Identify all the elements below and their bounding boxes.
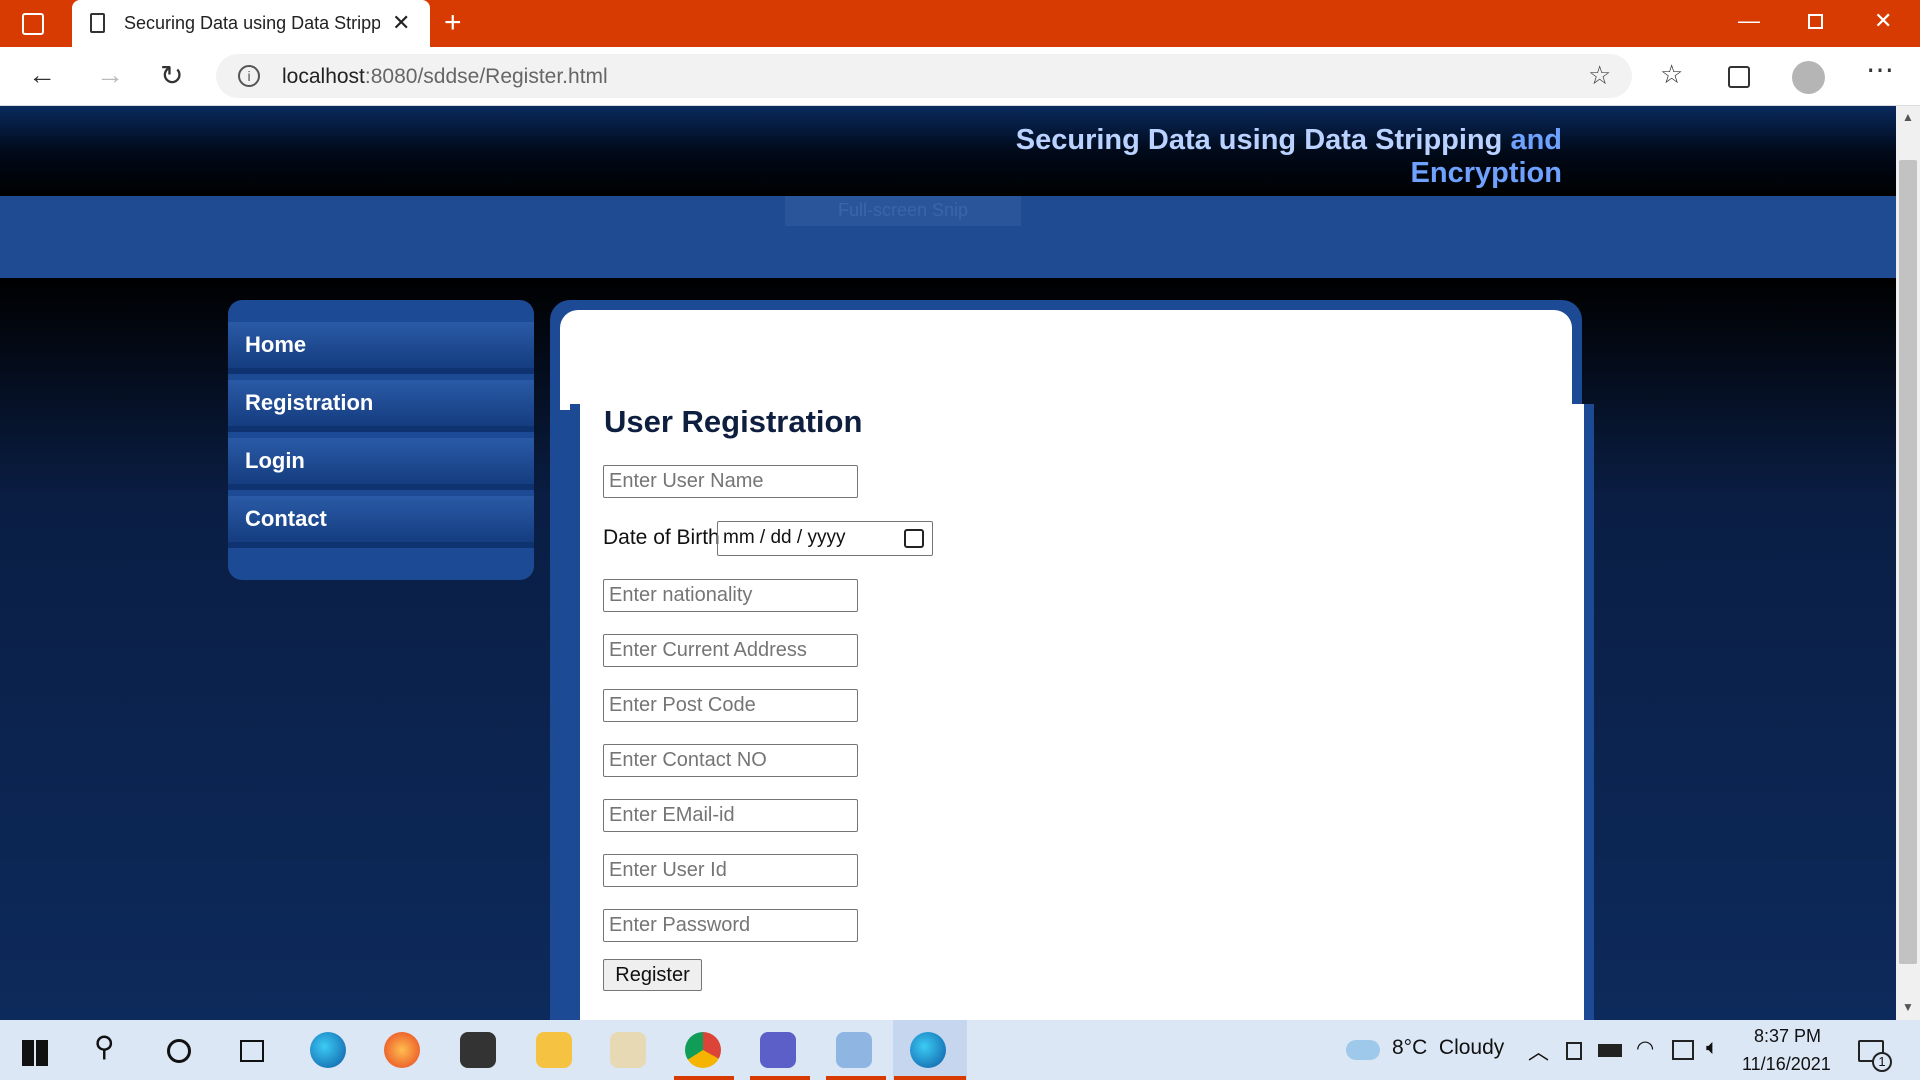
date-text[interactable]: 11/16/2021 <box>1742 1054 1831 1075</box>
site-info-icon[interactable]: i <box>238 65 260 87</box>
scroll-down-icon[interactable]: ▼ <box>1902 1000 1914 1014</box>
site-header: Securing Data using Data Stripping and E… <box>0 106 1896 196</box>
action-center-icon[interactable] <box>1672 1040 1694 1060</box>
edge-active-icon[interactable] <box>910 1032 946 1068</box>
site-title-accent-2: Encryption <box>1410 157 1562 189</box>
teams-running-indicator <box>750 1076 810 1080</box>
sidebar-item-registration[interactable]: Registration <box>228 380 534 432</box>
dob-label: Date of Birth <box>603 526 720 549</box>
site-title-accent: and <box>1510 124 1562 156</box>
sidebar-item-contact[interactable]: Contact <box>228 496 534 548</box>
task-view-icon[interactable] <box>240 1040 264 1062</box>
search-icon[interactable]: ⚲ <box>94 1030 115 1063</box>
sidebar-item-label: Contact <box>245 506 327 531</box>
time-text[interactable]: 8:37 PM <box>1754 1026 1821 1047</box>
notification-badge: 1 <box>1872 1052 1892 1072</box>
virtualbox-running-indicator <box>826 1076 886 1080</box>
collections-icon[interactable] <box>1728 66 1750 88</box>
weather-icon[interactable] <box>1346 1040 1380 1060</box>
meet-now-icon[interactable] <box>1566 1042 1582 1060</box>
email-input[interactable] <box>603 799 858 832</box>
restore-icon[interactable] <box>1808 14 1823 29</box>
contact-input[interactable] <box>603 744 858 777</box>
store-icon[interactable] <box>460 1032 496 1068</box>
windows-start-icon[interactable] <box>22 1040 48 1066</box>
url-path: :8080/sddse/Register.html <box>364 65 608 88</box>
site-title-main: Securing Data using Data Stripping <box>1015 124 1503 156</box>
nationality-input[interactable] <box>603 579 858 612</box>
edge-icon[interactable] <box>310 1032 346 1068</box>
file-explorer-icon[interactable] <box>536 1032 572 1068</box>
browser-toolbar: ← → ↻ i localhost:8080/sddse/Register.ht… <box>0 47 1920 106</box>
close-window-icon[interactable]: ✕ <box>1874 8 1892 34</box>
url-text[interactable]: localhost:8080/sddse/Register.html <box>282 65 608 89</box>
address-input[interactable] <box>603 634 858 667</box>
address-bar[interactable]: i localhost:8080/sddse/Register.html ☆ <box>216 54 1632 98</box>
page-icon <box>90 13 105 33</box>
favorites-icon[interactable]: ☆ <box>1660 59 1683 90</box>
sidebar-nav: Home Registration Login Contact <box>228 300 534 580</box>
profile-avatar[interactable] <box>1792 61 1825 94</box>
cortana-icon[interactable] <box>167 1039 191 1063</box>
tab-actions-icon[interactable] <box>22 13 44 35</box>
sidebar-item-label: Login <box>245 448 305 473</box>
teams-icon[interactable] <box>760 1032 796 1068</box>
wifi-icon[interactable]: ◠ <box>1636 1036 1654 1061</box>
page-viewport: Securing Data using Data Stripping and E… <box>0 106 1896 1020</box>
firefox-icon[interactable] <box>384 1032 420 1068</box>
close-tab-icon[interactable]: ✕ <box>392 10 410 36</box>
virtualbox-icon[interactable] <box>836 1032 872 1068</box>
battery-icon[interactable] <box>1598 1044 1622 1057</box>
dob-value: mm / dd / yyyy <box>723 527 846 548</box>
userid-input[interactable] <box>603 854 858 887</box>
chrome-icon[interactable] <box>685 1032 721 1068</box>
sidebar-item-label: Home <box>245 332 307 357</box>
browser-tab[interactable]: Securing Data using Data Stripping and E… <box>72 0 430 47</box>
back-icon[interactable]: ← <box>28 59 56 91</box>
add-favorite-icon[interactable]: ☆ <box>1588 60 1611 91</box>
sidebar-item-label: Registration <box>245 390 374 415</box>
site-title: Securing Data using Data Stripping and E… <box>1016 124 1562 190</box>
weather-text[interactable]: 8°C Cloudy <box>1392 1036 1504 1060</box>
minimize-icon[interactable]: — <box>1738 8 1760 34</box>
more-options-icon[interactable]: ⋯ <box>1866 53 1894 86</box>
tab-title: Securing Data using Data Stripping and E… <box>124 13 380 33</box>
scrollbar-thumb[interactable] <box>1899 160 1917 964</box>
browser-titlebar: Securing Data using Data Stripping and E… <box>0 0 1920 47</box>
volume-icon[interactable]: 🔈︎ <box>1706 1036 1719 1060</box>
page-title: User Registration <box>604 404 863 439</box>
sidebar-item-login[interactable]: Login <box>228 438 534 490</box>
password-input[interactable] <box>603 909 858 942</box>
forward-icon[interactable]: → <box>96 59 124 91</box>
calendar-icon[interactable] <box>904 529 924 548</box>
new-tab-button[interactable]: + <box>444 6 462 40</box>
paint-icon[interactable] <box>610 1032 646 1068</box>
chrome-running-indicator <box>674 1076 734 1080</box>
refresh-icon[interactable]: ↻ <box>160 59 183 92</box>
registration-panel: User Registration Date of Birth mm / dd … <box>570 404 1594 1020</box>
dob-input[interactable]: mm / dd / yyyy <box>717 521 933 556</box>
sidebar-item-home[interactable]: Home <box>228 322 534 374</box>
register-button[interactable]: Register <box>603 959 702 991</box>
snip-overlay-label: Full-screen Snip <box>785 196 1021 226</box>
url-host: localhost <box>282 65 365 88</box>
edge-running-indicator <box>894 1076 966 1080</box>
content-top <box>560 310 1572 410</box>
username-input[interactable] <box>603 465 858 498</box>
postcode-input[interactable] <box>603 689 858 722</box>
scroll-up-icon[interactable]: ▲ <box>1902 110 1914 124</box>
show-hidden-icons[interactable]: ︿ <box>1528 1036 1549 1066</box>
